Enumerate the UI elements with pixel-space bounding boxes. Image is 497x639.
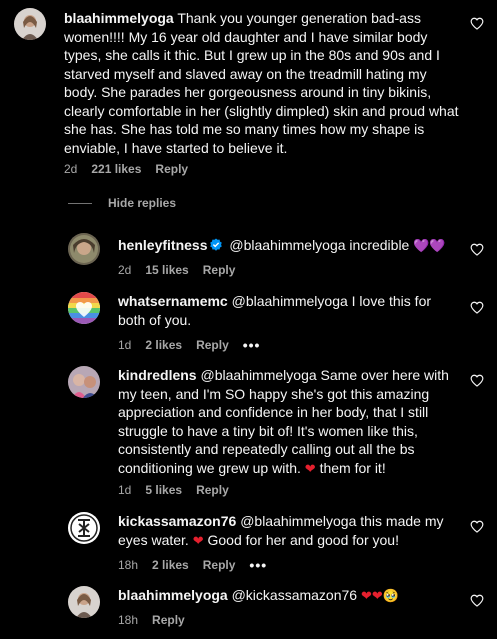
reply-mention[interactable]: @blaahimmelyoga <box>232 293 348 309</box>
reply-mention[interactable]: @blaahimmelyoga <box>229 237 345 253</box>
red-heart-emoji: ❤ <box>304 461 316 477</box>
reply-button[interactable]: Reply <box>203 263 236 277</box>
reply-button[interactable]: Reply <box>196 483 229 497</box>
reply-text-after: them for it! <box>315 459 386 476</box>
heart-icon[interactable] <box>470 520 484 533</box>
heart-icon[interactable] <box>470 374 484 387</box>
reply-username[interactable]: kindredlens <box>118 367 197 383</box>
avatar[interactable] <box>68 586 100 618</box>
reply-item: kindredlens @blaahimmelyoga Same over he… <box>0 365 497 500</box>
reply-meta: 2d 15 likes Reply <box>118 263 235 277</box>
reply-body: henleyfitness @blaahimmelyoga incredible… <box>118 236 458 257</box>
reply-item: kickassamazon76 @blaahimmelyoga this mad… <box>0 511 497 577</box>
pleading-face-emoji: 🥹 <box>382 589 399 604</box>
red-heart-emoji: ❤ <box>192 533 204 549</box>
reply-button[interactable]: Reply <box>155 162 188 176</box>
red-heart-emoji: ❤❤ <box>360 589 383 604</box>
purple-heart-emoji: 💜💜 <box>413 239 446 254</box>
hide-replies-button[interactable]: Hide replies <box>68 196 176 210</box>
reply-mention[interactable]: @kickassamazon76 <box>232 587 358 603</box>
avatar[interactable] <box>68 512 100 544</box>
reply-text: incredible <box>345 237 414 253</box>
reply-time: 18h <box>118 558 139 572</box>
reply-text: Same over here with my teen, and I'm SO … <box>118 367 449 476</box>
reply-username[interactable]: henleyfitness <box>118 237 207 253</box>
reply-time: 1d <box>118 338 132 352</box>
reply-time: 1d <box>118 483 132 497</box>
more-options-icon[interactable]: ••• <box>249 557 267 573</box>
avatar[interactable] <box>68 366 100 398</box>
comment-likes[interactable]: 221 likes <box>91 162 141 176</box>
reply-item: henleyfitness @blaahimmelyoga incredible… <box>0 230 497 280</box>
heart-icon[interactable] <box>470 594 484 607</box>
divider <box>68 202 92 204</box>
comment-text: Thank you younger generation bad-ass wom… <box>64 10 459 156</box>
heart-icon[interactable] <box>470 301 484 314</box>
comment-body: blaahimmelyoga Thank you younger generat… <box>64 9 460 157</box>
more-options-icon[interactable]: ••• <box>243 337 261 353</box>
hide-replies-label: Hide replies <box>108 196 177 210</box>
reply-meta: 1d 2 likes Reply ••• <box>118 337 260 353</box>
heart-icon[interactable] <box>470 17 484 30</box>
reply-item: blaahimmelyoga @kickassamazon76 ❤❤🥹 18h … <box>0 585 497 635</box>
reply-text-after: Good for her and good for you! <box>203 531 399 548</box>
heart-icon[interactable] <box>470 243 484 256</box>
reply-username[interactable]: kickassamazon76 <box>118 513 236 529</box>
reply-meta: 18h Reply <box>118 613 185 627</box>
comment-username[interactable]: blaahimmelyoga <box>64 10 174 26</box>
reply-mention[interactable]: @blaahimmelyoga <box>200 367 316 383</box>
reply-meta: 1d 5 likes Reply <box>118 483 229 497</box>
reply-likes[interactable]: 2 likes <box>145 338 182 352</box>
reply-username[interactable]: whatsernamemc <box>118 293 228 309</box>
avatar[interactable] <box>68 292 100 324</box>
avatar[interactable] <box>14 8 46 40</box>
reply-username[interactable]: blaahimmelyoga <box>118 587 228 603</box>
reply-mention[interactable]: @blaahimmelyoga <box>240 513 356 529</box>
reply-button[interactable]: Reply <box>152 613 185 627</box>
reply-time: 2d <box>118 263 132 277</box>
verified-badge-icon <box>209 238 223 252</box>
reply-time: 18h <box>118 613 139 627</box>
comment-meta: 2d 221 likes Reply <box>64 162 188 176</box>
comment-item: blaahimmelyoga Thank you younger generat… <box>0 0 497 190</box>
reply-item: whatsernamemc @blaahimmelyoga I love thi… <box>0 290 497 356</box>
reply-button[interactable]: Reply <box>203 558 236 572</box>
reply-body: blaahimmelyoga @kickassamazon76 ❤❤🥹 <box>118 586 448 607</box>
reply-body: whatsernamemc @blaahimmelyoga I love thi… <box>118 292 448 329</box>
reply-button[interactable]: Reply <box>196 338 229 352</box>
reply-body: kickassamazon76 @blaahimmelyoga this mad… <box>118 512 448 551</box>
reply-body: kindredlens @blaahimmelyoga Same over he… <box>118 366 450 479</box>
reply-likes[interactable]: 2 likes <box>152 558 189 572</box>
reply-meta: 18h 2 likes Reply ••• <box>118 557 267 573</box>
reply-likes[interactable]: 15 likes <box>145 263 188 277</box>
avatar[interactable] <box>68 233 100 265</box>
comment-time: 2d <box>64 162 78 176</box>
reply-likes[interactable]: 5 likes <box>145 483 182 497</box>
